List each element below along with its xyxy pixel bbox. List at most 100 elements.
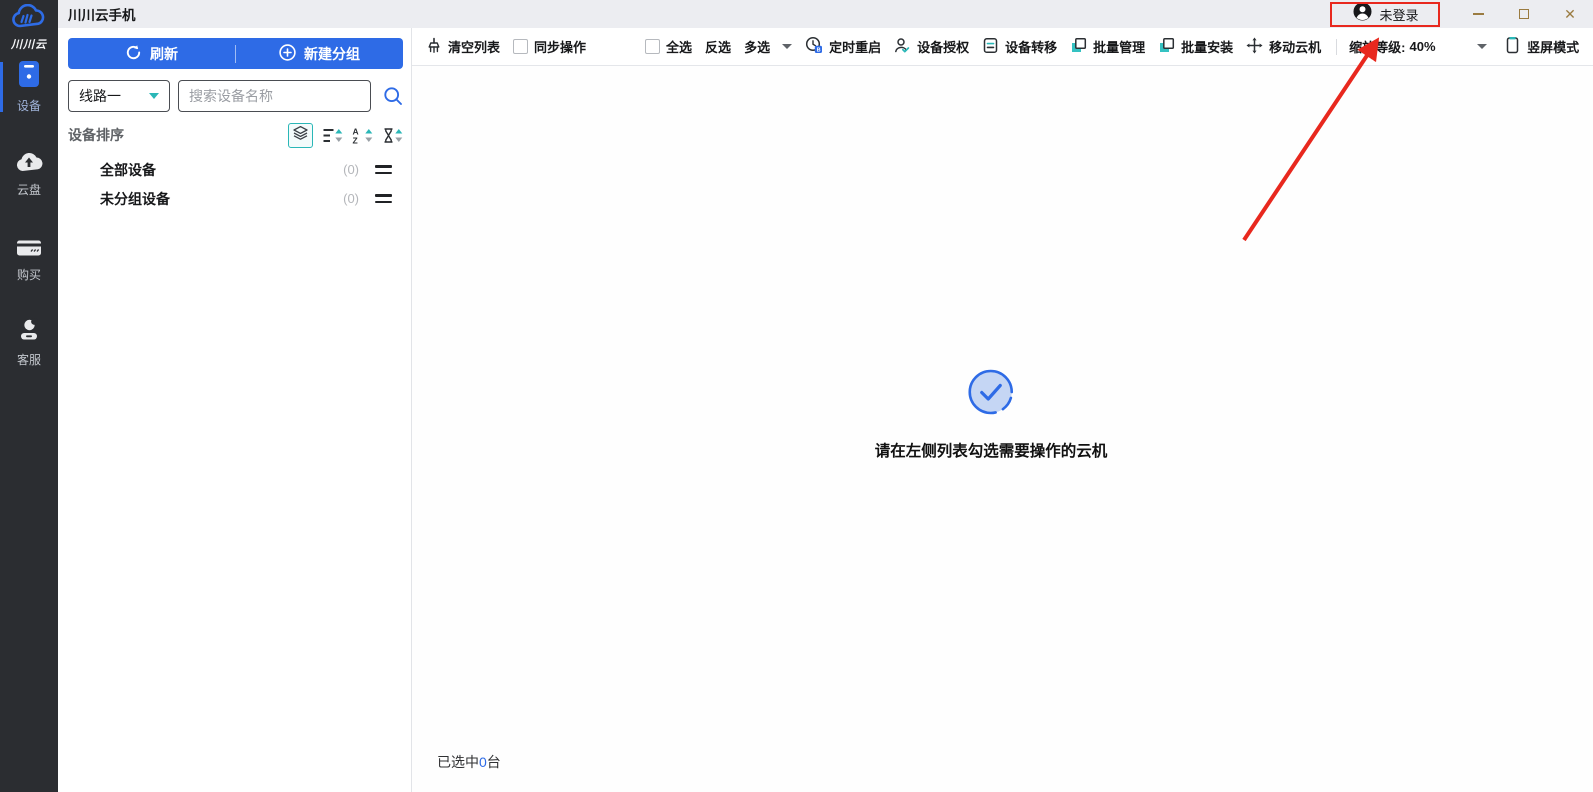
- clear-list-label: 清空列表: [448, 40, 501, 55]
- layers-sort-button[interactable]: [288, 122, 313, 148]
- phone-icon: [17, 60, 41, 93]
- selection-count: 0: [479, 754, 487, 770]
- broom-icon: [426, 37, 442, 57]
- chevron-down-icon: [782, 44, 793, 49]
- close-icon: ✕: [1564, 6, 1576, 22]
- batch-install-label: 批量安装: [1181, 40, 1234, 55]
- sidebar-item-support[interactable]: 客服: [0, 314, 58, 372]
- close-button[interactable]: ✕: [1547, 0, 1593, 28]
- device-panel: 刷新 新建分组 线路一 设备排序: [58, 28, 412, 792]
- window-controls: ✕: [1455, 0, 1593, 28]
- line-select-value: 线路一: [79, 88, 121, 104]
- multi-select-label: 多选: [744, 40, 771, 55]
- line-select[interactable]: 线路一: [68, 80, 170, 112]
- portrait-phone-icon: [1505, 36, 1520, 57]
- portrait-mode-label: 竖屏模式: [1527, 40, 1580, 55]
- svg-text:Z: Z: [353, 135, 358, 144]
- user-avatar-icon: [1353, 2, 1372, 26]
- refresh-label: 刷新: [150, 45, 178, 62]
- device-transfer-button[interactable]: 设备转移: [982, 37, 1057, 57]
- device-auth-label: 设备授权: [917, 40, 970, 55]
- batch-manage-button[interactable]: 批量管理: [1070, 37, 1145, 57]
- chevron-down-icon: [1477, 44, 1488, 49]
- check-circle-icon: [967, 369, 1015, 420]
- list-sort-icon[interactable]: [322, 127, 343, 144]
- sort-icons: A Z: [288, 122, 403, 148]
- batch-install-icon: [1158, 37, 1175, 57]
- refresh-button[interactable]: 刷新: [68, 38, 235, 69]
- invert-select-button[interactable]: 反选: [705, 37, 731, 56]
- selection-status: 已选中0台: [437, 752, 501, 772]
- az-sort-icon[interactable]: A Z: [352, 127, 373, 144]
- select-all-checkbox[interactable]: [645, 39, 661, 54]
- sync-operation-toggle[interactable]: 同步操作: [513, 37, 586, 56]
- scheduled-restart-label: 定时重启: [829, 40, 882, 55]
- multi-select-button[interactable]: 多选: [744, 37, 793, 56]
- sync-operation-label: 同步操作: [534, 40, 587, 55]
- transfer-icon: [982, 37, 999, 57]
- sidebar-item-label: 云盘: [16, 183, 41, 197]
- new-group-label: 新建分组: [304, 45, 360, 62]
- move-cloud-button[interactable]: 移动云机: [1246, 37, 1321, 57]
- sort-row: 设备排序 A Z: [68, 122, 403, 148]
- group-name: 全部设备: [100, 161, 156, 178]
- zoom-level-select[interactable]: 缩放等级: 40%: [1349, 37, 1488, 56]
- invert-select-label: 反选: [705, 40, 732, 55]
- zoom-level-value: 40%: [1409, 39, 1436, 54]
- empty-state: 请在左侧列表勾选需要操作的云机: [874, 368, 1108, 461]
- portrait-mode-button[interactable]: 竖屏模式: [1505, 36, 1579, 57]
- group-menu-icon[interactable]: [375, 164, 392, 175]
- scheduled-restart-button[interactable]: B 定时重启: [805, 36, 881, 57]
- sync-checkbox[interactable]: [513, 39, 529, 54]
- minimize-button[interactable]: [1455, 0, 1501, 28]
- move-cloud-label: 移动云机: [1269, 40, 1322, 55]
- batch-manage-icon: [1070, 37, 1087, 57]
- group-row-all-devices[interactable]: 全部设备 (0): [58, 155, 412, 184]
- sidebar-item-cloud-disk[interactable]: 云盘: [0, 146, 58, 204]
- minimize-icon: [1472, 13, 1484, 15]
- group-row-ungrouped[interactable]: 未分组设备 (0): [58, 184, 412, 213]
- selection-suffix: 台: [486, 754, 501, 770]
- sidebar-item-devices[interactable]: 设备: [0, 58, 58, 116]
- search-input[interactable]: [178, 80, 371, 112]
- user-auth-icon: [894, 37, 911, 57]
- empty-state-message: 请在左侧列表勾选需要操作的云机: [874, 443, 1108, 460]
- titlebar: 川川云手机 未登录 ✕: [58, 0, 1593, 28]
- group-count: (0): [343, 191, 359, 206]
- search-icon[interactable]: [383, 86, 403, 106]
- panel-action-bar: 刷新 新建分组: [68, 38, 403, 69]
- customer-service-icon: [17, 318, 41, 347]
- window-title: 川川云手机: [68, 8, 136, 23]
- svg-text:B: B: [817, 48, 821, 54]
- chevron-down-icon: [149, 93, 159, 99]
- sidebar-item-label: 客服: [16, 353, 41, 367]
- maximize-button[interactable]: [1501, 0, 1547, 28]
- app-logo: 川川云: [0, 3, 58, 52]
- login-status-label: 未登录: [1379, 7, 1419, 23]
- filter-row: 线路一: [68, 80, 403, 112]
- clear-list-button[interactable]: 清空列表: [426, 37, 500, 57]
- batch-manage-label: 批量管理: [1093, 40, 1146, 55]
- sidebar-item-label: 设备: [16, 99, 41, 113]
- group-count: (0): [343, 162, 359, 177]
- new-group-button[interactable]: 新建分组: [236, 38, 403, 69]
- sidebar-item-buy[interactable]: 购买: [0, 232, 58, 290]
- select-all-toggle[interactable]: 全选: [645, 37, 692, 56]
- hourglass-sort-icon[interactable]: [382, 127, 403, 144]
- sort-label: 设备排序: [68, 127, 124, 143]
- sidebar: 川川云 设备 云盘 购买 客服: [0, 0, 58, 792]
- login-button[interactable]: 未登录: [1333, 2, 1439, 26]
- device-transfer-label: 设备转移: [1005, 40, 1058, 55]
- device-auth-button[interactable]: 设备授权: [894, 37, 969, 57]
- refresh-icon: [125, 44, 142, 64]
- credit-card-icon: [16, 239, 42, 262]
- batch-install-button[interactable]: 批量安装: [1158, 37, 1233, 57]
- maximize-icon: [1519, 9, 1529, 19]
- selection-prefix: 已选中: [437, 754, 479, 770]
- zoom-level-label: 缩放等级:: [1349, 40, 1406, 55]
- logo-text: 川川云: [11, 39, 47, 51]
- toolbar-divider: [1336, 38, 1338, 55]
- group-name: 未分组设备: [100, 190, 170, 207]
- main-content: 请在左侧列表勾选需要操作的云机 已选中0台: [412, 66, 1593, 792]
- group-menu-icon[interactable]: [375, 193, 392, 204]
